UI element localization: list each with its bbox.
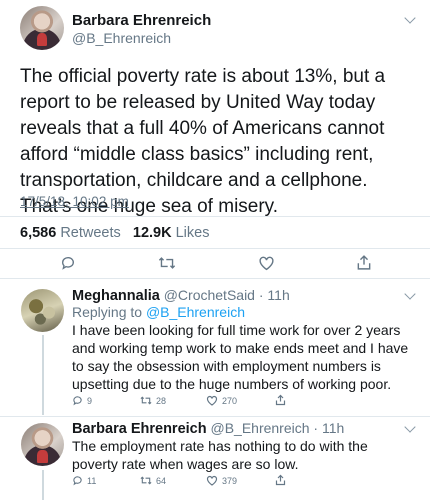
like-icon <box>206 395 218 406</box>
reply-time: · 11h <box>258 287 290 303</box>
reply-avatar[interactable] <box>21 423 64 466</box>
reply-time: · 11h <box>313 420 345 436</box>
retweet-icon <box>140 476 152 485</box>
retweet-count: 64 <box>156 475 167 486</box>
reply-button[interactable]: 9 <box>72 395 92 406</box>
chevron-down-icon[interactable] <box>404 12 416 24</box>
thread-line <box>42 470 44 500</box>
replying-to: Replying to @B_Ehrenreich <box>72 304 245 320</box>
like-button[interactable]: 270 <box>206 395 237 406</box>
author-handle[interactable]: @B_Ehrenreich <box>72 30 171 46</box>
thread-line <box>42 335 44 415</box>
reply-text: The employment rate has nothing to do wi… <box>72 438 368 472</box>
author-name[interactable]: Barbara Ehrenreich <box>72 12 211 29</box>
divider <box>0 248 430 249</box>
chevron-down-icon[interactable] <box>404 421 416 433</box>
reply-count: 11 <box>87 475 97 486</box>
share-icon[interactable] <box>356 254 372 276</box>
reply-icon <box>73 476 82 486</box>
reply-count: 9 <box>87 395 93 406</box>
like-icon[interactable] <box>258 255 275 276</box>
author-avatar[interactable] <box>20 6 64 50</box>
like-icon <box>206 475 218 486</box>
tweet-timestamp[interactable]: 17/5/18, 10:02 pm <box>20 194 129 209</box>
retweets-count[interactable]: 6,586 <box>20 225 56 241</box>
reply-icon <box>73 396 82 406</box>
divider <box>0 216 430 217</box>
like-count: 270 <box>222 395 238 406</box>
reply-author-name[interactable]: Meghannalia <box>72 288 160 304</box>
likes-label[interactable]: Likes <box>176 225 210 241</box>
share-icon <box>275 394 286 406</box>
divider <box>0 278 430 279</box>
share-button[interactable] <box>275 474 286 486</box>
likes-count[interactable]: 12.9K <box>133 225 172 241</box>
reply-author-handle[interactable]: @CrochetSaid <box>164 287 255 303</box>
retweet-button[interactable]: 28 <box>140 395 166 406</box>
reply-header: Meghannalia @CrochetSaid · 11h <box>72 287 290 304</box>
divider <box>0 416 430 417</box>
reply-header: Barbara Ehrenreich @B_Ehrenreich · 11h <box>72 420 344 437</box>
reply-author-name[interactable]: Barbara Ehrenreich <box>72 421 207 437</box>
share-button[interactable] <box>275 394 286 406</box>
share-icon <box>275 474 286 486</box>
retweet-icon <box>140 396 152 405</box>
tweet-stats: 6,586 Retweets 12.9K Likes <box>20 225 209 241</box>
retweet-icon[interactable] <box>158 255 176 276</box>
reply-text: I have been looking for full time work f… <box>72 322 409 392</box>
retweet-button[interactable]: 64 <box>140 475 166 486</box>
chevron-down-icon[interactable] <box>404 288 416 300</box>
reply-avatar[interactable] <box>21 289 64 332</box>
reply-author-handle[interactable]: @B_Ehrenreich <box>210 420 309 436</box>
like-count: 379 <box>222 475 238 486</box>
reply-button[interactable]: 11 <box>72 475 96 486</box>
like-button[interactable]: 379 <box>206 475 237 486</box>
replying-to-link[interactable]: @B_Ehrenreich <box>146 304 245 320</box>
replying-prefix: Replying to <box>72 304 143 320</box>
retweets-label[interactable]: Retweets <box>60 225 120 241</box>
reply-icon[interactable] <box>60 255 76 276</box>
retweet-count: 28 <box>156 395 167 406</box>
